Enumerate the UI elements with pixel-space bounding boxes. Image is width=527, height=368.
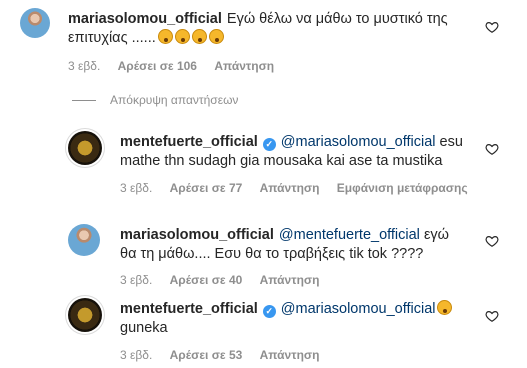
username[interactable]: mariasolomou_official [68, 11, 222, 27]
mention-link[interactable]: @mentefuerte_official [279, 227, 420, 243]
comment-meta: 3 εβδ. Αρέσει σε 77 Απάντηση Εμφάνιση με… [120, 181, 482, 195]
comment-text: mentefuerte_official ✓ @mariasolomou_offic… [120, 133, 470, 171]
reply-button[interactable]: Απάντηση [260, 273, 320, 287]
likes-count[interactable]: Αρέσει σε 40 [170, 273, 243, 287]
avatar[interactable] [68, 298, 102, 332]
translate-button[interactable]: Εμφάνιση μετάφρασης [337, 181, 468, 195]
emoji-icon [208, 29, 224, 44]
emoji-icon [157, 29, 173, 44]
comment-text: mariasolomou_official @mentefuerte_offici… [120, 226, 465, 264]
reply-button[interactable]: Απάντηση [260, 348, 320, 362]
likes-count[interactable]: Αρέσει σε 106 [118, 59, 197, 73]
emoji-icon [174, 29, 190, 44]
timestamp: 3 εβδ. [68, 59, 101, 73]
hide-replies-label: Απόκρυψη απαντήσεων [110, 93, 239, 107]
emoji-icon [191, 29, 207, 44]
comment-text: mentefuerte_official ✓ @mariasolomou_offic… [120, 300, 470, 338]
verified-badge-icon: ✓ [262, 305, 276, 318]
comment-body: guneka [120, 320, 168, 336]
heart-icon[interactable] [485, 142, 499, 156]
hide-replies-button[interactable]: Απόκρυψη απαντήσεων [72, 93, 238, 107]
timestamp: 3 εβδ. [120, 273, 153, 287]
mention-link[interactable]: @mariasolomou_official [281, 301, 436, 317]
avatar[interactable] [68, 224, 100, 256]
emoji-icon [437, 300, 453, 315]
comment-meta: 3 εβδ. Αρέσει σε 40 Απάντηση [120, 273, 333, 287]
heart-icon[interactable] [485, 234, 499, 248]
username[interactable]: mentefuerte_official [120, 134, 258, 150]
avatar[interactable] [20, 8, 50, 38]
verified-badge-icon: ✓ [262, 138, 276, 151]
comment-meta: 3 εβδ. Αρέσει σε 106 Απάντηση [68, 59, 288, 73]
reply-button[interactable]: Απάντηση [214, 59, 274, 73]
heart-icon[interactable] [485, 309, 499, 323]
comment-text: mariasolomou_official Εγώ θέλω να μάθω το… [68, 10, 458, 48]
mention-link[interactable]: @mariasolomou_official [281, 134, 436, 150]
timestamp: 3 εβδ. [120, 348, 153, 362]
heart-icon[interactable] [485, 20, 499, 34]
comment-meta: 3 εβδ. Αρέσει σε 53 Απάντηση [120, 348, 333, 362]
likes-count[interactable]: Αρέσει σε 53 [170, 348, 243, 362]
divider-line [72, 100, 96, 102]
avatar[interactable] [68, 131, 102, 165]
username[interactable]: mariasolomou_official [120, 227, 274, 243]
timestamp: 3 εβδ. [120, 181, 153, 195]
username[interactable]: mentefuerte_official [120, 301, 258, 317]
reply-button[interactable]: Απάντηση [260, 181, 320, 195]
likes-count[interactable]: Αρέσει σε 77 [170, 181, 243, 195]
